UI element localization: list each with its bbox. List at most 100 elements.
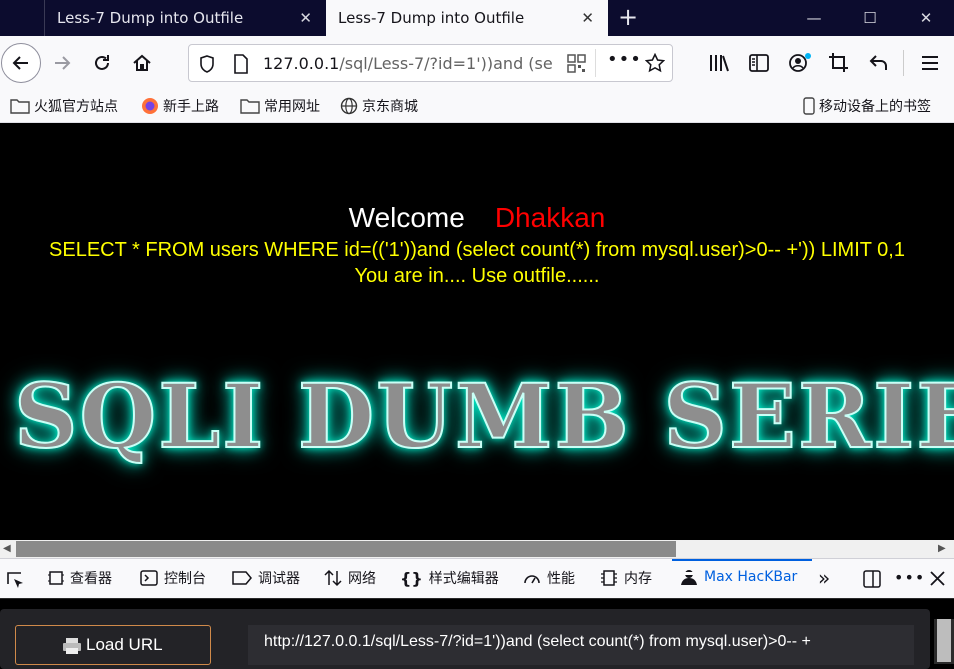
tab-close-icon[interactable]: ✕ [581, 9, 594, 27]
shield-icon[interactable] [199, 55, 215, 73]
tab-memory[interactable]: 内存 [600, 568, 652, 588]
tab-performance[interactable]: 性能 [523, 568, 575, 588]
mobile-bookmarks[interactable]: 移动设备上的书签 [803, 96, 931, 116]
devtools-tab-label: 性能 [547, 571, 575, 587]
star-icon[interactable] [645, 53, 665, 73]
sql-query-text: SELECT * FROM users WHERE id=(('1'))and … [49, 239, 905, 261]
folder-icon [240, 99, 260, 114]
undo-icon[interactable] [868, 52, 890, 74]
minimize-button[interactable]: — [786, 0, 842, 36]
sidebar-icon[interactable] [748, 53, 770, 73]
tab-network[interactable]: 网络 [324, 568, 376, 588]
performance-icon [524, 575, 540, 584]
page-actions-icon[interactable]: ••• [607, 49, 642, 70]
globe-icon [340, 97, 358, 115]
network-icon [324, 569, 342, 587]
tab-max-hackbar[interactable]: Max HacKBar [680, 568, 797, 586]
devtools-toolbar: 查看器 控制台 调试器 网络 {} 样式编辑器 性能 内存 Max HacKBa… [0, 558, 954, 598]
welcome-heading: Welcome Dhakkan [0, 202, 954, 234]
result-message: You are in.... Use outfile...... [354, 265, 600, 287]
element-picker-icon[interactable] [5, 570, 25, 590]
hackbar-panel: Load URL http://127.0.0.1/sql/Less-7/?id… [0, 598, 954, 669]
vertical-scrollbar[interactable] [934, 619, 954, 664]
url-host: 127.0.0.1 [263, 54, 340, 73]
firefox-icon [142, 98, 158, 114]
bookmark-label: 常用网址 [264, 99, 320, 115]
divider [595, 49, 596, 77]
tab-title: Less-7 Dump into Outfile [57, 9, 244, 27]
bookmark-label: 京东商城 [362, 99, 418, 115]
url-path: /sql/Less-7/?id=1'))and (sel [339, 54, 553, 73]
bookmark-label: 火狐官方站点 [34, 99, 118, 115]
menu-icon[interactable] [920, 54, 940, 72]
inspector-icon [48, 571, 64, 585]
dock-icon[interactable] [862, 569, 882, 589]
tab-close-icon[interactable]: ✕ [299, 9, 312, 27]
active-tab-indicator [672, 559, 812, 561]
console-icon [140, 570, 158, 586]
home-button[interactable] [126, 47, 158, 79]
page-content: Welcome Dhakkan SELECT * FROM users WHERE… [0, 124, 954, 540]
address-bar[interactable]: 127.0.0.1/sql/Less-7/?id=1'))and (sel ••… [188, 44, 673, 82]
tab-inactive[interactable]: Less-7 Dump into Outfile ✕ [44, 0, 326, 36]
devtools-tab-label: 网络 [348, 571, 376, 587]
crop-icon[interactable] [828, 52, 850, 74]
tab-console[interactable]: 控制台 [140, 568, 206, 588]
bookmark-label: 移动设备上的书签 [819, 99, 931, 115]
sqli-banner-logo: SQLI DUMB SERIES [13, 363, 954, 469]
bookmarks-toolbar: 火狐官方站点 新手上路 常用网址 京东商城 移动设备上的书签 [0, 90, 954, 123]
load-url-label: Load URL [86, 635, 163, 654]
devtools-tab-label: Max HacKBar [704, 569, 798, 585]
mobile-icon [803, 97, 815, 115]
scroll-right-icon[interactable]: ▶ [938, 543, 946, 554]
devtools-tab-label: 调试器 [258, 571, 300, 587]
qr-code-icon[interactable] [567, 54, 586, 73]
debugger-icon [232, 571, 252, 585]
hackbar-url-input[interactable]: http://127.0.0.1/sql/Less-7/?id=1'))and … [248, 625, 914, 665]
home-icon [133, 54, 151, 71]
tab-strip: Less-7 Dump into Outfile ✕ Less-7 Dump i… [0, 0, 954, 36]
scroll-left-icon[interactable]: ◀ [3, 543, 11, 554]
close-devtools-icon[interactable] [929, 570, 946, 587]
bookmark-item[interactable]: 京东商城 [340, 96, 418, 116]
arrow-right-icon [55, 56, 71, 70]
welcome-text: Welcome [348, 202, 465, 233]
bookmark-item[interactable]: 常用网址 [240, 96, 320, 116]
style-editor-icon: {} [400, 568, 423, 588]
tab-style-editor[interactable]: {} 样式编辑器 [400, 568, 499, 588]
arrow-left-icon [12, 56, 28, 70]
devtools-tab-label: 查看器 [70, 571, 112, 587]
welcome-name: Dhakkan [494, 202, 606, 233]
account-icon[interactable] [788, 52, 812, 74]
memory-icon [601, 570, 617, 586]
url-text[interactable]: 127.0.0.1/sql/Less-7/?id=1'))and (sel [263, 54, 553, 73]
navigation-toolbar: 127.0.0.1/sql/Less-7/?id=1'))and (sel ••… [0, 36, 954, 90]
bookmark-item[interactable]: 火狐官方站点 [10, 96, 118, 116]
divider [903, 50, 904, 76]
devtools-tab-label: 内存 [624, 571, 652, 587]
more-options-icon[interactable]: ••• [894, 568, 925, 587]
scrollbar-thumb[interactable] [16, 541, 676, 557]
tab-debugger[interactable]: 调试器 [232, 568, 300, 588]
reload-icon [95, 55, 109, 70]
folder-icon [10, 99, 30, 114]
tab-inspector[interactable]: 查看器 [48, 568, 112, 588]
horizontal-scrollbar[interactable]: ◀ ▶ [0, 540, 954, 558]
new-tab-button[interactable]: + [614, 3, 642, 31]
library-icon[interactable] [708, 53, 730, 73]
reload-button[interactable] [86, 47, 118, 79]
scrollbar-thumb[interactable] [937, 619, 951, 662]
bookmark-item[interactable]: 新手上路 [141, 96, 219, 116]
maximize-button[interactable]: ☐ [842, 0, 898, 36]
chevron-right-icon[interactable]: » [818, 566, 830, 590]
window-close-button[interactable]: ✕ [898, 0, 954, 36]
tab-active[interactable]: Less-7 Dump into Outfile ✕ [326, 0, 608, 36]
forward-button[interactable] [46, 47, 78, 79]
load-url-button[interactable]: Load URL [15, 625, 211, 665]
bookmark-label: 新手上路 [163, 99, 219, 115]
devtools-tab-label: 样式编辑器 [428, 571, 499, 587]
page-icon[interactable] [233, 54, 249, 74]
devtools-tab-label: 控制台 [164, 571, 206, 587]
printer-icon [63, 638, 81, 654]
back-button[interactable] [1, 43, 41, 83]
